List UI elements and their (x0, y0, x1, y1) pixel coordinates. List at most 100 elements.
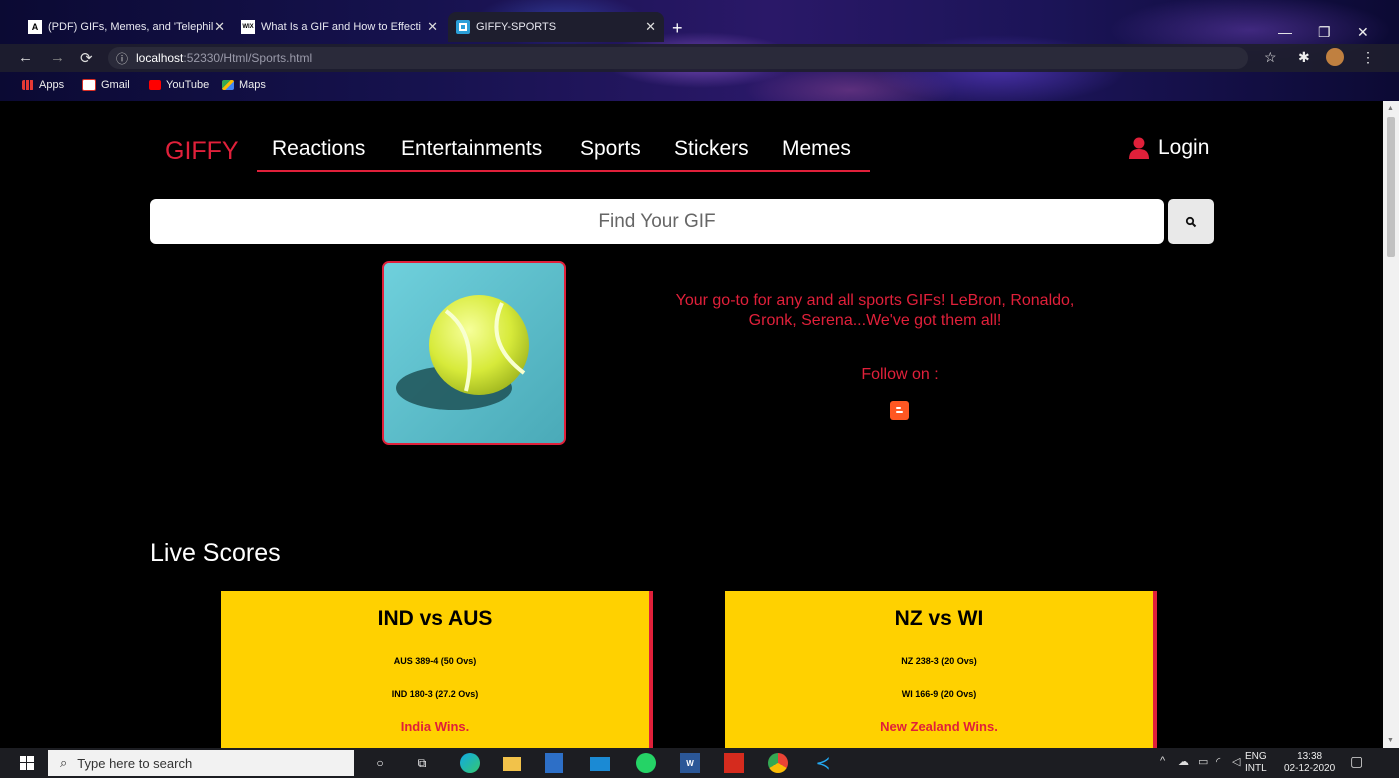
browser-menu-icon[interactable]: ⋮ (1361, 49, 1375, 66)
close-tab-icon[interactable]: ✕ (214, 19, 225, 35)
login-link[interactable]: Login (1128, 136, 1209, 160)
minimize-icon[interactable]: — (1278, 24, 1292, 40)
close-window-icon[interactable]: ✕ (1357, 24, 1369, 41)
url-host: localhost (136, 51, 184, 65)
tab-strip: A (PDF) GIFs, Memes, and 'Telephil ✕ WIX… (0, 10, 1399, 42)
windows-taskbar: ⌕ Type here to search ○ ⧉ W ≺ ^ ☁ ▭ ◜ ◁ … (0, 748, 1399, 778)
bookmark-label: Gmail (101, 79, 130, 91)
nav-stickers[interactable]: Stickers (674, 137, 749, 161)
search-icon (1185, 216, 1197, 227)
tennis-ball-icon (384, 263, 564, 443)
tennis-ball-image (382, 261, 566, 445)
nav-memes[interactable]: Memes (782, 137, 851, 161)
keyboard-layout: INTL (1245, 763, 1267, 774)
profile-avatar-icon[interactable] (1326, 48, 1344, 66)
wifi-icon[interactable]: ◜ (1216, 755, 1220, 768)
brand-logo[interactable]: GIFFY (165, 137, 239, 166)
tab-giffy-sports[interactable]: GIFFY-SPORTS ✕ (448, 12, 664, 42)
bookmark-apps[interactable]: Apps (22, 79, 64, 91)
mail-icon[interactable] (590, 757, 610, 771)
tab-title: (PDF) GIFs, Memes, and 'Telephil (48, 21, 214, 33)
task-view-icon[interactable]: ⧉ (411, 753, 433, 773)
gmail-icon (82, 79, 96, 91)
address-bar[interactable]: ⓘ localhost:52330/Html/Sports.html (108, 47, 1248, 69)
taskbar-search-box[interactable]: ⌕ Type here to search (48, 750, 354, 776)
taskbar-search-placeholder: Type here to search (77, 755, 193, 771)
score-card-nz-wi: NZ vs WI NZ 238-3 (20 Ovs) WI 166-9 (20 … (725, 591, 1157, 748)
maps-icon (222, 80, 234, 90)
match-result: India Wins. (400, 719, 470, 734)
word-icon[interactable]: W (680, 753, 700, 773)
live-scores-heading: Live Scores (150, 539, 281, 567)
tab-title: What Is a GIF and How to Effecti (261, 21, 421, 33)
new-tab-icon[interactable]: + (672, 18, 683, 39)
store-icon[interactable] (545, 753, 563, 773)
page-content: GIFFY Reactions Entertainments Sports St… (0, 101, 1383, 748)
giffy-favicon-icon (456, 20, 470, 34)
team2-score: IND 180-3 (27.2 Ovs) (391, 689, 479, 699)
tab-pdf-gifs[interactable]: A (PDF) GIFs, Memes, and 'Telephil ✕ (20, 14, 233, 40)
nav-entertainments[interactable]: Entertainments (401, 137, 542, 161)
tab-what-is-gif[interactable]: WIX What Is a GIF and How to Effecti ✕ (233, 14, 446, 40)
bookmark-gmail[interactable]: Gmail (82, 79, 130, 91)
file-explorer-icon[interactable] (503, 757, 521, 771)
maximize-icon[interactable]: ❐ (1318, 24, 1331, 41)
edge-icon[interactable] (460, 753, 480, 773)
clock-date: 02-12-2020 (1284, 763, 1336, 774)
tray-chevron-icon[interactable]: ^ (1160, 755, 1165, 767)
browser-chrome: A (PDF) GIFs, Memes, and 'Telephil ✕ WIX… (0, 0, 1399, 101)
whatsapp-icon[interactable] (636, 753, 656, 773)
url-path: :52330/Html/Sports.html (183, 51, 313, 65)
scroll-down-icon[interactable]: ▼ (1387, 737, 1394, 744)
nav-sports[interactable]: Sports (580, 137, 641, 161)
reload-icon[interactable]: ⟳ (80, 49, 93, 67)
bookmark-youtube[interactable]: YouTube (149, 79, 209, 91)
match-result: New Zealand Wins. (880, 719, 998, 734)
battery-icon[interactable]: ▭ (1198, 755, 1208, 768)
back-icon[interactable]: ← (18, 49, 33, 66)
close-tab-icon[interactable]: ✕ (645, 19, 656, 35)
extensions-icon[interactable]: ✱ (1298, 49, 1310, 66)
tab-title: GIFFY-SPORTS (476, 21, 557, 33)
browser-toolbar: ← → ⟳ ⓘ localhost:52330/Html/Sports.html… (0, 44, 1399, 72)
windows-start-icon[interactable] (20, 756, 34, 775)
acrobat-icon[interactable] (724, 753, 744, 773)
team2-score: WI 166-9 (20 Ovs) (901, 689, 977, 699)
close-tab-icon[interactable]: ✕ (427, 19, 438, 35)
match-title: NZ vs WI (894, 607, 984, 630)
blogger-icon[interactable] (890, 401, 909, 420)
bookmark-star-icon[interactable]: ☆ (1264, 49, 1277, 66)
search-button[interactable] (1168, 199, 1214, 244)
scroll-up-icon[interactable]: ▲ (1387, 105, 1394, 112)
chrome-icon[interactable] (768, 753, 788, 773)
forward-icon[interactable]: → (50, 49, 65, 66)
system-clock[interactable]: 13:38 02-12-2020 (1284, 751, 1335, 775)
clock-time: 13:38 (1297, 751, 1323, 762)
search-input[interactable] (150, 209, 1164, 234)
site-info-icon[interactable]: ⓘ (116, 50, 128, 67)
bookmark-label: YouTube (166, 79, 210, 91)
team1-score: NZ 238-3 (20 Ovs) (901, 656, 977, 666)
volume-icon[interactable]: ◁ (1232, 755, 1240, 768)
nav-reactions[interactable]: Reactions (272, 137, 365, 161)
notifications-icon[interactable]: ▢ (1350, 753, 1363, 770)
language-code: ENG (1245, 751, 1267, 762)
input-language[interactable]: ENG INTL (1245, 751, 1267, 775)
vscode-icon[interactable]: ≺ (812, 753, 834, 773)
bookmark-label: Apps (39, 79, 65, 91)
blogger-glyph-icon (896, 407, 903, 413)
user-icon (1129, 137, 1149, 159)
follow-label: Follow on : (861, 366, 939, 383)
search-bar (150, 199, 1164, 244)
apps-grid-icon (22, 80, 34, 90)
page-scrollbar[interactable]: ▲ ▼ (1383, 101, 1399, 748)
login-label: Login (1158, 136, 1210, 159)
cortana-icon[interactable]: ○ (369, 753, 391, 773)
bookmark-label: Maps (239, 79, 266, 91)
onedrive-icon[interactable]: ☁ (1178, 755, 1189, 768)
bookmarks-bar: Apps Gmail YouTube Maps (0, 74, 1399, 98)
bookmark-maps[interactable]: Maps (222, 79, 266, 91)
scrollbar-thumb[interactable] (1387, 117, 1395, 257)
match-title: IND vs AUS (377, 607, 493, 630)
wix-favicon-icon: WIX (241, 20, 255, 34)
